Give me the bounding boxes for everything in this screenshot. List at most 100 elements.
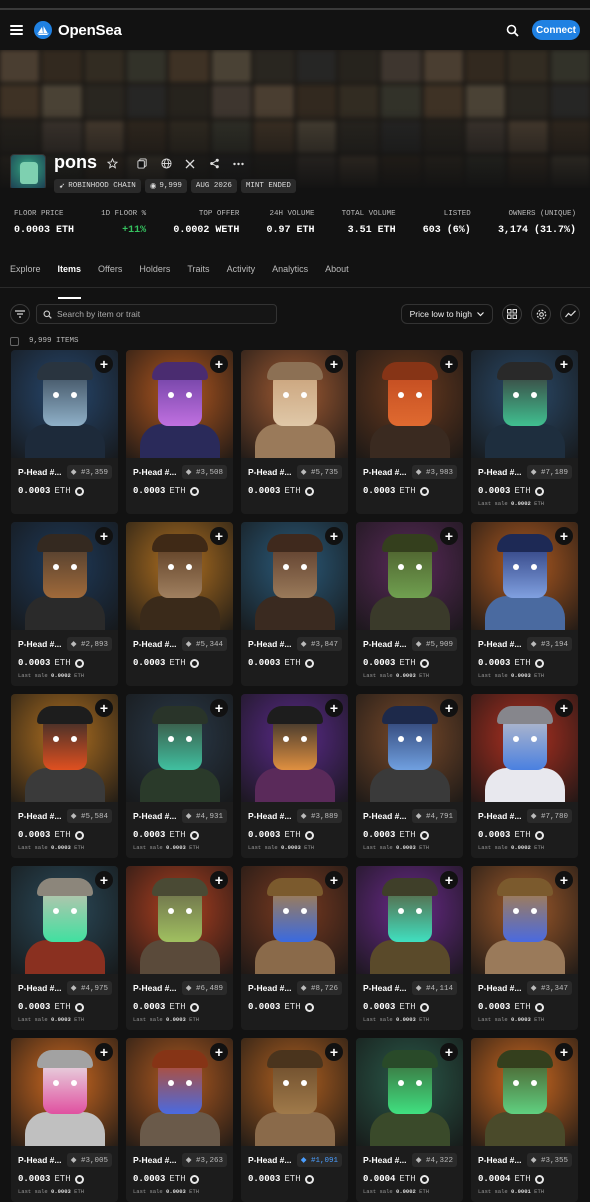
- add-to-cart-icon[interactable]: +: [210, 871, 228, 889]
- menu-icon[interactable]: [10, 25, 24, 35]
- nft-image[interactable]: +: [356, 522, 463, 630]
- nft-card[interactable]: + P-Head #... ◆ #3,508 0.0003 ETH: [126, 350, 233, 514]
- nft-image[interactable]: +: [11, 350, 118, 458]
- nft-card[interactable]: + P-Head #... ◆ #1,091 0.0003 ETH: [241, 1038, 348, 1202]
- settings-gear-icon[interactable]: [531, 304, 551, 324]
- sort-dropdown[interactable]: Price low to high: [400, 304, 493, 324]
- nft-card[interactable]: + P-Head #... ◆ #3,355 0.0004 ETH Last sa…: [471, 1038, 578, 1202]
- add-to-cart-icon[interactable]: +: [95, 355, 113, 373]
- nft-image[interactable]: +: [11, 522, 118, 630]
- nft-image[interactable]: +: [126, 1038, 233, 1146]
- nft-card[interactable]: + P-Head #... ◆ #3,194 0.0003 ETH Last sa…: [471, 522, 578, 686]
- nft-card[interactable]: + P-Head #... ◆ #4,114 0.0003 ETH Last sa…: [356, 866, 463, 1030]
- tab-analytics[interactable]: Analytics: [272, 264, 308, 287]
- star-icon[interactable]: [105, 157, 119, 171]
- select-all-checkbox[interactable]: [10, 336, 19, 346]
- add-to-cart-icon[interactable]: +: [210, 699, 228, 717]
- tab-activity[interactable]: Activity: [227, 264, 256, 287]
- add-to-cart-icon[interactable]: +: [440, 527, 458, 545]
- nft-card[interactable]: + P-Head #... ◆ #3,347 0.0003 ETH Last sa…: [471, 866, 578, 1030]
- nft-image[interactable]: +: [356, 1038, 463, 1146]
- tab-offers[interactable]: Offers: [98, 264, 122, 287]
- brand-name[interactable]: OpenSea: [58, 22, 122, 39]
- add-to-cart-icon[interactable]: +: [555, 699, 573, 717]
- x-twitter-icon[interactable]: [183, 157, 197, 171]
- add-to-cart-icon[interactable]: +: [440, 1043, 458, 1061]
- nft-image[interactable]: +: [241, 522, 348, 630]
- item-search-input[interactable]: [57, 309, 257, 319]
- nft-card[interactable]: + P-Head #... ◆ #4,975 0.0003 ETH Last sa…: [11, 866, 118, 1030]
- nft-card[interactable]: + P-Head #... ◆ #2,893 0.0003 ETH Last sa…: [11, 522, 118, 686]
- nft-card[interactable]: + P-Head #... ◆ #5,735 0.0003 ETH: [241, 350, 348, 514]
- nft-image[interactable]: +: [241, 866, 348, 974]
- nft-card[interactable]: + P-Head #... ◆ #4,791 0.0003 ETH Last sa…: [356, 694, 463, 858]
- add-to-cart-icon[interactable]: +: [325, 527, 343, 545]
- share-icon[interactable]: [207, 157, 221, 171]
- add-to-cart-icon[interactable]: +: [555, 355, 573, 373]
- globe-icon[interactable]: [159, 157, 173, 171]
- add-to-cart-icon[interactable]: +: [95, 871, 113, 889]
- add-to-cart-icon[interactable]: +: [95, 1043, 113, 1061]
- nft-card[interactable]: + P-Head #... ◆ #4,322 0.0004 ETH Last sa…: [356, 1038, 463, 1202]
- add-to-cart-icon[interactable]: +: [210, 1043, 228, 1061]
- nft-image[interactable]: +: [126, 866, 233, 974]
- add-to-cart-icon[interactable]: +: [325, 699, 343, 717]
- nft-image[interactable]: +: [356, 694, 463, 802]
- opensea-logo-icon[interactable]: [34, 21, 52, 39]
- add-to-cart-icon[interactable]: +: [555, 871, 573, 889]
- filter-icon[interactable]: [10, 304, 30, 324]
- nft-image[interactable]: +: [241, 694, 348, 802]
- nft-card[interactable]: + P-Head #... ◆ #3,359 0.0003 ETH: [11, 350, 118, 514]
- nft-image[interactable]: +: [241, 350, 348, 458]
- tab-traits[interactable]: Traits: [187, 264, 209, 287]
- search-icon[interactable]: [502, 20, 522, 40]
- nft-image[interactable]: +: [11, 866, 118, 974]
- tab-explore[interactable]: Explore: [10, 264, 41, 287]
- nft-image[interactable]: +: [241, 1038, 348, 1146]
- add-to-cart-icon[interactable]: +: [440, 355, 458, 373]
- nft-image[interactable]: +: [356, 350, 463, 458]
- nft-card[interactable]: + P-Head #... ◆ #3,263 0.0003 ETH Last sa…: [126, 1038, 233, 1202]
- tab-about[interactable]: About: [325, 264, 349, 287]
- nft-image[interactable]: +: [471, 1038, 578, 1146]
- add-to-cart-icon[interactable]: +: [440, 699, 458, 717]
- add-to-cart-icon[interactable]: +: [325, 355, 343, 373]
- nft-image[interactable]: +: [126, 522, 233, 630]
- add-to-cart-icon[interactable]: +: [210, 355, 228, 373]
- nft-card[interactable]: + P-Head #... ◆ #5,584 0.0003 ETH Last sa…: [11, 694, 118, 858]
- nft-card[interactable]: + P-Head #... ◆ #8,726 0.0003 ETH: [241, 866, 348, 1030]
- tab-items[interactable]: Items: [57, 264, 81, 299]
- nft-image[interactable]: +: [11, 1038, 118, 1146]
- nft-image[interactable]: +: [471, 866, 578, 974]
- activity-chart-icon[interactable]: [560, 304, 580, 324]
- grid-view-icon[interactable]: [502, 304, 522, 324]
- add-to-cart-icon[interactable]: +: [555, 527, 573, 545]
- add-to-cart-icon[interactable]: +: [440, 871, 458, 889]
- add-to-cart-icon[interactable]: +: [555, 1043, 573, 1061]
- nft-image[interactable]: +: [471, 350, 578, 458]
- nft-image[interactable]: +: [11, 694, 118, 802]
- nft-image[interactable]: +: [471, 522, 578, 630]
- nft-image[interactable]: +: [126, 350, 233, 458]
- nft-image[interactable]: +: [126, 694, 233, 802]
- add-to-cart-icon[interactable]: +: [325, 1043, 343, 1061]
- nft-card[interactable]: + P-Head #... ◆ #7,780 0.0003 ETH Last sa…: [471, 694, 578, 858]
- copy-icon[interactable]: [135, 157, 149, 171]
- nft-image[interactable]: +: [356, 866, 463, 974]
- item-search-box[interactable]: [36, 304, 277, 324]
- add-to-cart-icon[interactable]: +: [210, 527, 228, 545]
- tab-holders[interactable]: Holders: [139, 264, 170, 287]
- add-to-cart-icon[interactable]: +: [95, 527, 113, 545]
- nft-card[interactable]: + P-Head #... ◆ #3,983 0.0003 ETH: [356, 350, 463, 514]
- nft-card[interactable]: + P-Head #... ◆ #5,909 0.0003 ETH Last sa…: [356, 522, 463, 686]
- nft-card[interactable]: + P-Head #... ◆ #6,489 0.0003 ETH Last sa…: [126, 866, 233, 1030]
- add-to-cart-icon[interactable]: +: [325, 871, 343, 889]
- nft-card[interactable]: + P-Head #... ◆ #7,189 0.0003 ETH Last sa…: [471, 350, 578, 514]
- more-options-icon[interactable]: [231, 157, 245, 171]
- nft-card[interactable]: + P-Head #... ◆ #5,344 0.0003 ETH: [126, 522, 233, 686]
- nft-card[interactable]: + P-Head #... ◆ #3,005 0.0003 ETH Last sa…: [11, 1038, 118, 1202]
- connect-button[interactable]: Connect: [532, 20, 580, 40]
- add-to-cart-icon[interactable]: +: [95, 699, 113, 717]
- nft-card[interactable]: + P-Head #... ◆ #3,847 0.0003 ETH: [241, 522, 348, 686]
- nft-image[interactable]: +: [471, 694, 578, 802]
